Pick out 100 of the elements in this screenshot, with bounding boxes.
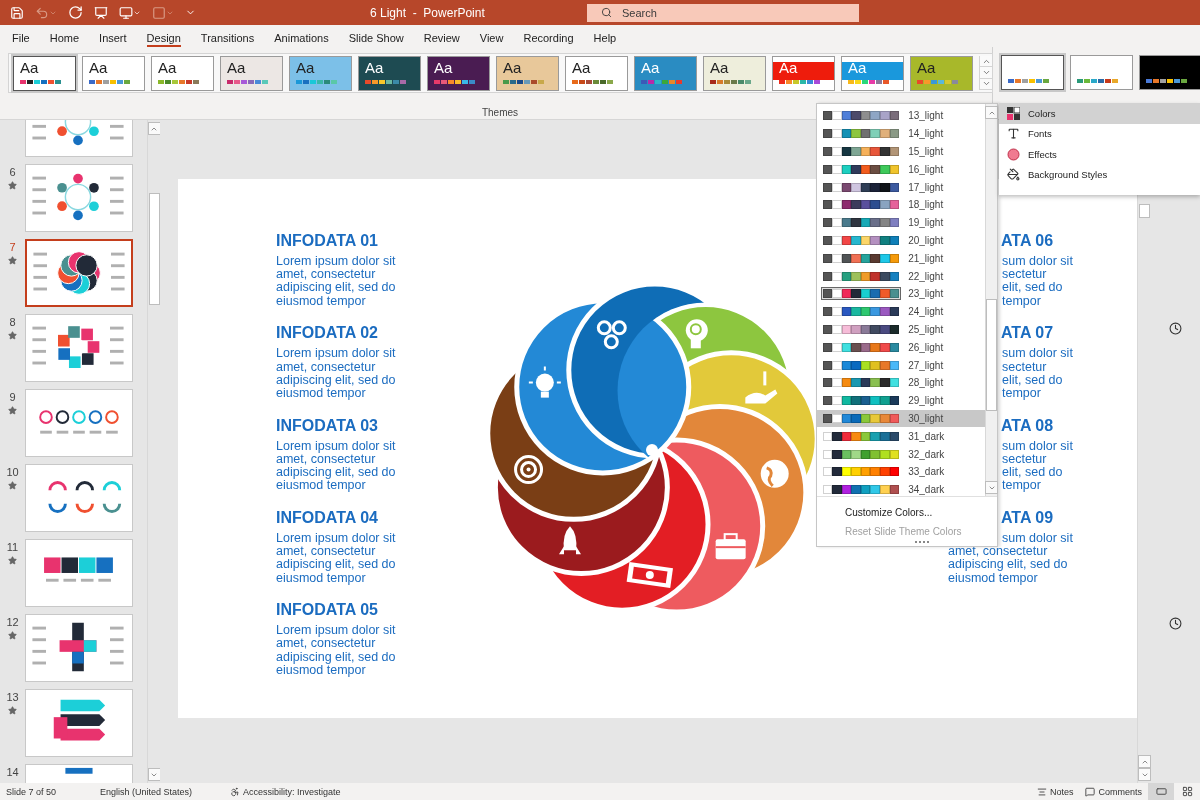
accessibility-button[interactable]: Accessibility: Investigate — [224, 783, 347, 800]
infodata-text: Lorem ipsum dolor sit amet, consectetur adipiscing elit, sed do eiusmod tempor — [276, 531, 396, 585]
ribbon-tab[interactable]: Help — [593, 25, 617, 47]
theme-thumbnail[interactable]: Aa — [496, 56, 559, 91]
theme-thumbnail[interactable]: Aa — [151, 56, 214, 91]
color-scheme-item[interactable]: 20_light — [817, 231, 985, 250]
scroll-up-button[interactable] — [1138, 755, 1152, 768]
theme-thumbnail[interactable]: Aa — [427, 56, 490, 91]
menu-item[interactable]: Fonts — [999, 123, 1200, 144]
clock-icon[interactable] — [1169, 322, 1183, 335]
color-scheme-item[interactable]: 34_dark — [817, 480, 985, 499]
search-field[interactable]: Search — [587, 3, 859, 22]
slide-thumbnail[interactable] — [25, 464, 133, 532]
color-scheme-item[interactable]: 17_light — [817, 178, 985, 196]
variant-thumbnail[interactable] — [1139, 55, 1200, 90]
slide-number: 13 — [6, 691, 19, 703]
normal-view-button[interactable] — [1148, 783, 1174, 800]
slide-thumbnail[interactable] — [25, 389, 133, 457]
notes-button[interactable]: Notes — [1030, 783, 1080, 800]
color-scheme-item[interactable]: 23_light — [817, 284, 985, 303]
theme-thumbnail[interactable]: Aa — [358, 56, 421, 91]
scroll-up-button[interactable] — [985, 106, 998, 119]
slide-number: 6 — [9, 166, 16, 178]
ribbon-tab[interactable]: Design — [146, 25, 181, 47]
ribbon-tab[interactable]: Home — [49, 25, 80, 47]
theme-thumbnail[interactable]: Aa — [82, 56, 145, 91]
slide-thumbnail[interactable] — [25, 689, 133, 757]
slide-thumbnail[interactable] — [25, 314, 133, 382]
theme-thumbnail[interactable]: Aa — [565, 56, 628, 91]
ribbon-tab[interactable]: Review — [423, 25, 460, 47]
color-scheme-item[interactable]: 15_light — [817, 142, 985, 161]
accessibility-icon — [230, 786, 240, 797]
color-scheme-item[interactable]: 33_dark — [817, 462, 985, 481]
color-scheme-item[interactable]: 21_light — [817, 249, 985, 268]
ribbon-tab[interactable]: Recording — [523, 25, 574, 47]
color-scheme-item[interactable]: 30_light — [817, 409, 985, 428]
infodata-title: ATA 07 — [1001, 323, 1054, 344]
color-scheme-name: 23_light — [908, 288, 944, 300]
theme-thumbnail[interactable]: Aa — [289, 56, 352, 91]
theme-thumbnail[interactable]: Aa — [13, 56, 76, 91]
color-scheme-name: 22_light — [908, 270, 944, 282]
color-scheme-item[interactable]: 18_light — [817, 196, 985, 214]
color-scheme-item[interactable]: 24_light — [817, 302, 985, 321]
slide-number: 11 — [6, 541, 19, 553]
color-scheme-name: 30_light — [908, 412, 944, 424]
slide-thumbnail[interactable] — [25, 164, 133, 232]
theme-thumbnail[interactable]: Aa — [634, 56, 697, 91]
variant-thumbnail[interactable] — [1001, 55, 1064, 90]
theme-thumbnail[interactable]: Aa — [910, 56, 973, 91]
ribbon-tab[interactable]: File — [12, 25, 30, 47]
font-icon — [1007, 127, 1020, 141]
scroll-thumb[interactable] — [148, 193, 160, 305]
scroll-down-button[interactable] — [1138, 768, 1152, 781]
color-scheme-item[interactable]: 22_light — [817, 267, 985, 285]
menu-item[interactable]: Effects — [999, 144, 1200, 165]
scroll-thumb[interactable] — [986, 299, 997, 411]
color-scheme-item[interactable]: 27_light — [817, 356, 985, 374]
search-placeholder: Search — [622, 6, 657, 19]
ribbon-tab[interactable]: Animations — [274, 25, 329, 47]
color-scheme-name: 13_light — [908, 110, 944, 122]
slide-thumbnail[interactable] — [25, 614, 133, 682]
theme-thumbnail[interactable]: Aa — [772, 56, 835, 91]
slide-thumbnail[interactable] — [25, 539, 133, 607]
theme-sample-text: Aa — [20, 59, 40, 77]
color-scheme-item[interactable]: 19_light — [817, 213, 985, 232]
theme-sample-text: Aa — [641, 59, 661, 77]
window-title: 6 Light - PowerPoint — [370, 5, 486, 20]
slide-thumbnail[interactable] — [25, 239, 133, 307]
theme-thumbnail[interactable]: Aa — [703, 56, 766, 91]
color-scheme-item[interactable]: 25_light — [817, 320, 985, 339]
scroll-thumb[interactable] — [1139, 204, 1151, 218]
color-scheme-item[interactable]: 31_dark — [817, 427, 985, 446]
variant-thumbnail[interactable] — [1070, 55, 1133, 90]
scroll-down-button[interactable] — [985, 481, 998, 494]
ribbon-tab[interactable]: Slide Show — [348, 25, 404, 47]
color-scheme-item[interactable]: 14_light — [817, 124, 985, 143]
color-scheme-name: 19_light — [908, 217, 944, 229]
ribbon-tab[interactable]: Transitions — [200, 25, 255, 47]
color-scheme-name: 17_light — [908, 181, 944, 193]
scroll-up-button[interactable] — [980, 56, 992, 68]
color-scheme-item[interactable]: 32_dark — [817, 445, 985, 463]
color-scheme-name: 14_light — [908, 128, 944, 140]
scroll-down-button[interactable] — [147, 768, 160, 781]
ribbon-tab[interactable]: Insert — [99, 25, 127, 47]
color-scheme-item[interactable]: 29_light — [817, 391, 985, 410]
color-scheme-item[interactable]: 13_light — [817, 107, 985, 125]
scroll-up-button[interactable] — [147, 122, 160, 135]
clock-icon[interactable] — [1169, 617, 1183, 630]
ribbon-tab[interactable]: View — [479, 25, 504, 47]
menu-item[interactable]: Background Styles — [999, 164, 1200, 185]
menu-item[interactable]: Customize Colors... — [817, 503, 997, 522]
infodata-text: Lorem ipsum dolor sit amet, consectetur adipiscing elit, sed do eiusmod tempor — [276, 255, 396, 308]
menu-item[interactable]: Colors — [999, 103, 1200, 124]
color-scheme-name: 33_dark — [908, 466, 945, 478]
comments-button[interactable]: Comments — [1079, 783, 1148, 800]
infodata-title: INFODATA 05 — [276, 600, 378, 621]
theme-thumbnail[interactable]: Aa — [220, 56, 283, 91]
color-scheme-item[interactable]: 26_light — [817, 338, 985, 357]
color-scheme-item[interactable]: 16_light — [817, 160, 985, 179]
color-scheme-item[interactable]: 28_light — [817, 373, 985, 392]
